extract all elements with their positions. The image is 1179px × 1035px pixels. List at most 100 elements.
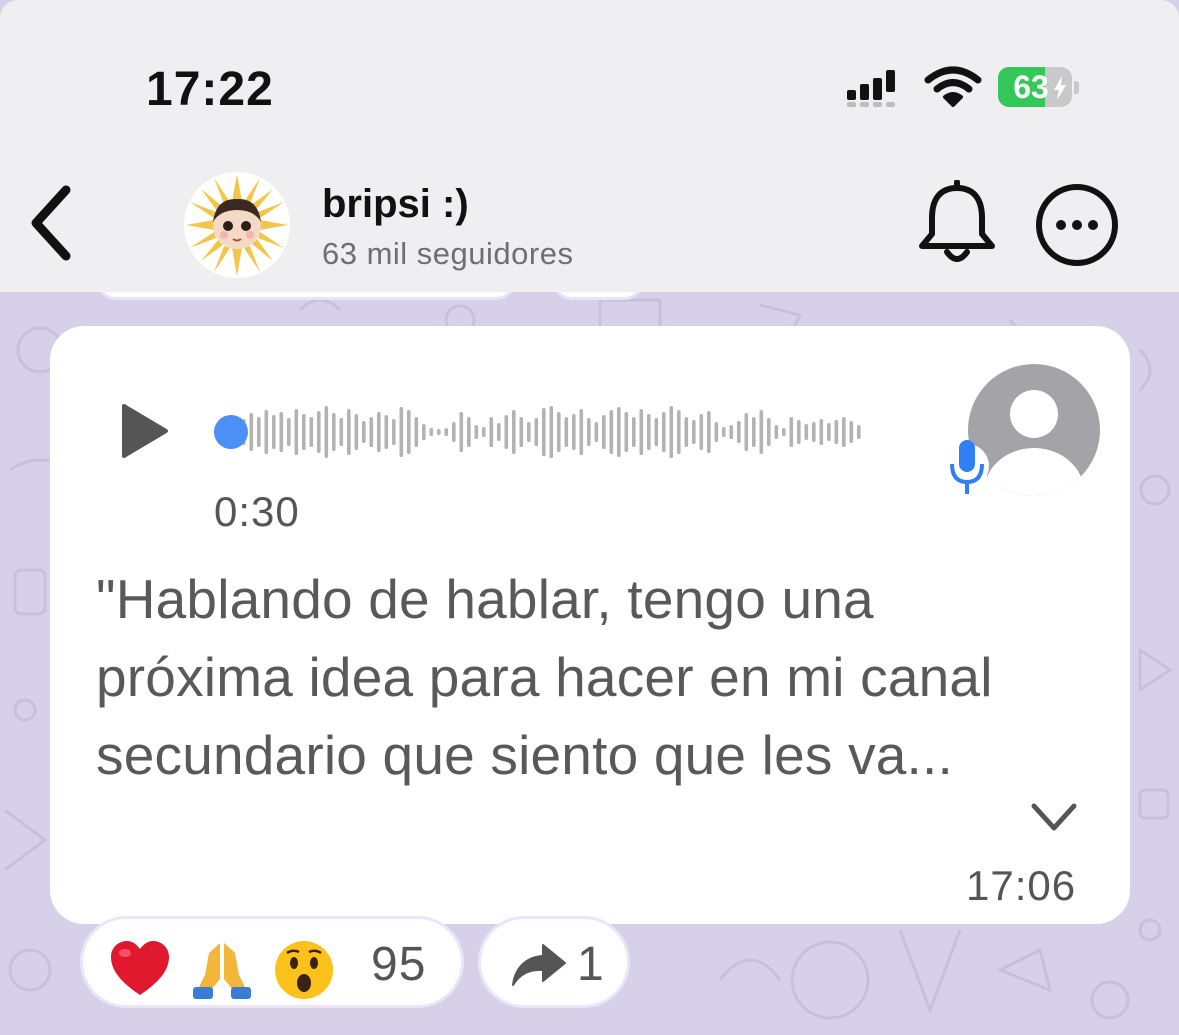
waveform-bar xyxy=(632,417,636,447)
waveform-bar xyxy=(302,414,306,450)
waveform-bar xyxy=(332,413,336,451)
waveform-bar xyxy=(722,427,726,437)
waveform-bar xyxy=(534,418,539,446)
reactions-pill[interactable]: 95 xyxy=(80,916,464,1008)
waveform-bar xyxy=(849,421,854,443)
waveform-bar xyxy=(257,417,261,447)
waveform-bar xyxy=(377,412,381,452)
waveform-bar xyxy=(362,421,366,443)
waveform-bar xyxy=(294,409,299,455)
waveform-bar xyxy=(834,420,839,444)
waveform-bar xyxy=(407,410,411,454)
waveform-bar xyxy=(587,418,591,446)
channel-avatar[interactable] xyxy=(184,172,290,278)
waveform-bar xyxy=(549,406,554,458)
waveform-bar xyxy=(654,418,659,446)
waveform-bar xyxy=(459,412,464,452)
waveform-bar xyxy=(842,417,846,447)
waveform-bar xyxy=(684,417,689,447)
waveform-bar xyxy=(399,407,404,457)
header-bar: 17:22 63 bripsi:) 63 mil seguidores xyxy=(0,0,1179,292)
message-time: 17:06 xyxy=(966,862,1077,909)
reaction-count: 95 xyxy=(371,938,427,991)
waveform-bar xyxy=(714,422,719,442)
waveform-bar xyxy=(594,422,599,442)
audio-waveform[interactable] xyxy=(210,392,910,472)
waveform-bar xyxy=(819,419,824,445)
waveform-bar xyxy=(729,425,734,439)
waveform-bar xyxy=(272,415,276,449)
forward-pill[interactable]: 1 xyxy=(478,916,630,1008)
waveform-bar xyxy=(512,410,516,454)
waveform-bar xyxy=(384,415,389,449)
waveform-bar xyxy=(264,410,269,454)
waveform-bar xyxy=(414,417,419,447)
waveform-bar xyxy=(557,412,561,452)
waveform-bar xyxy=(624,412,629,452)
waveform-bar xyxy=(827,423,831,441)
waveform-bar xyxy=(347,409,351,455)
play-icon[interactable] xyxy=(118,402,170,460)
sun-avatar-icon xyxy=(186,174,288,276)
waveform-bar xyxy=(422,424,426,440)
waveform-bar xyxy=(669,406,674,458)
waveform-bar xyxy=(812,422,816,442)
waveform-bar xyxy=(647,414,651,450)
channel-followers: 63 mil seguidores xyxy=(322,236,574,271)
wifi-icon xyxy=(924,66,982,107)
waveform-bar xyxy=(309,417,314,447)
waveform-bar xyxy=(444,428,449,436)
forward-count: 1 xyxy=(577,938,604,991)
waveform-bar xyxy=(369,417,374,447)
microphone-icon xyxy=(945,440,989,494)
forward-arrow-icon xyxy=(512,944,566,986)
waveform-bar xyxy=(804,424,809,440)
more-horizontal-icon[interactable] xyxy=(1034,182,1120,268)
playback-progress-knob[interactable] xyxy=(214,415,248,449)
channel-name[interactable]: bripsi :) xyxy=(322,182,469,227)
waveform-bar xyxy=(437,429,441,435)
waveform-bar xyxy=(339,418,344,446)
folded-hands-emoji xyxy=(193,943,251,999)
surprised-face-emoji xyxy=(275,941,333,999)
waveform-bar xyxy=(617,407,621,457)
audio-duration: 0:30 xyxy=(214,488,300,535)
waveform-bar xyxy=(324,406,329,458)
waveform-bar xyxy=(677,410,681,454)
waveform-bar xyxy=(482,427,486,437)
waveform-bar xyxy=(699,414,704,450)
bell-icon[interactable] xyxy=(914,180,1000,270)
waveform-bar xyxy=(774,425,779,439)
charging-bolt-icon xyxy=(1054,76,1066,100)
waveform-bar xyxy=(542,408,546,456)
waveform-bar xyxy=(474,425,479,439)
back-button[interactable] xyxy=(26,182,78,264)
waveform-bar xyxy=(782,428,786,436)
waveform-bar xyxy=(707,411,711,453)
waveform-bar xyxy=(467,417,471,447)
waveform-bar xyxy=(429,428,434,436)
waveform-bar xyxy=(759,410,764,454)
waveform-bar xyxy=(662,412,666,452)
waveform-bar xyxy=(602,415,606,449)
waveform-bar xyxy=(857,425,861,439)
red-heart-emoji xyxy=(111,941,169,995)
waveform-bar xyxy=(452,422,456,442)
signal-icon xyxy=(847,70,895,107)
waveform-bar xyxy=(767,418,771,446)
waveform-bar xyxy=(317,411,321,453)
waveform-bar xyxy=(572,414,576,450)
waveform-bar xyxy=(737,421,741,443)
waveform-bar xyxy=(789,417,794,447)
waveform-bar xyxy=(752,417,756,447)
waveform-bar xyxy=(489,417,494,447)
battery-charging-icon: 63 xyxy=(998,67,1079,107)
waveform-bar xyxy=(527,422,531,442)
waveform-bar xyxy=(639,409,644,455)
waveform-bar xyxy=(692,420,696,444)
waveform-bar xyxy=(519,417,524,447)
waveform-bar xyxy=(744,413,749,451)
waveform-bar xyxy=(287,418,291,446)
chevron-down-icon[interactable] xyxy=(1026,796,1082,840)
waveform-bar xyxy=(249,413,254,451)
